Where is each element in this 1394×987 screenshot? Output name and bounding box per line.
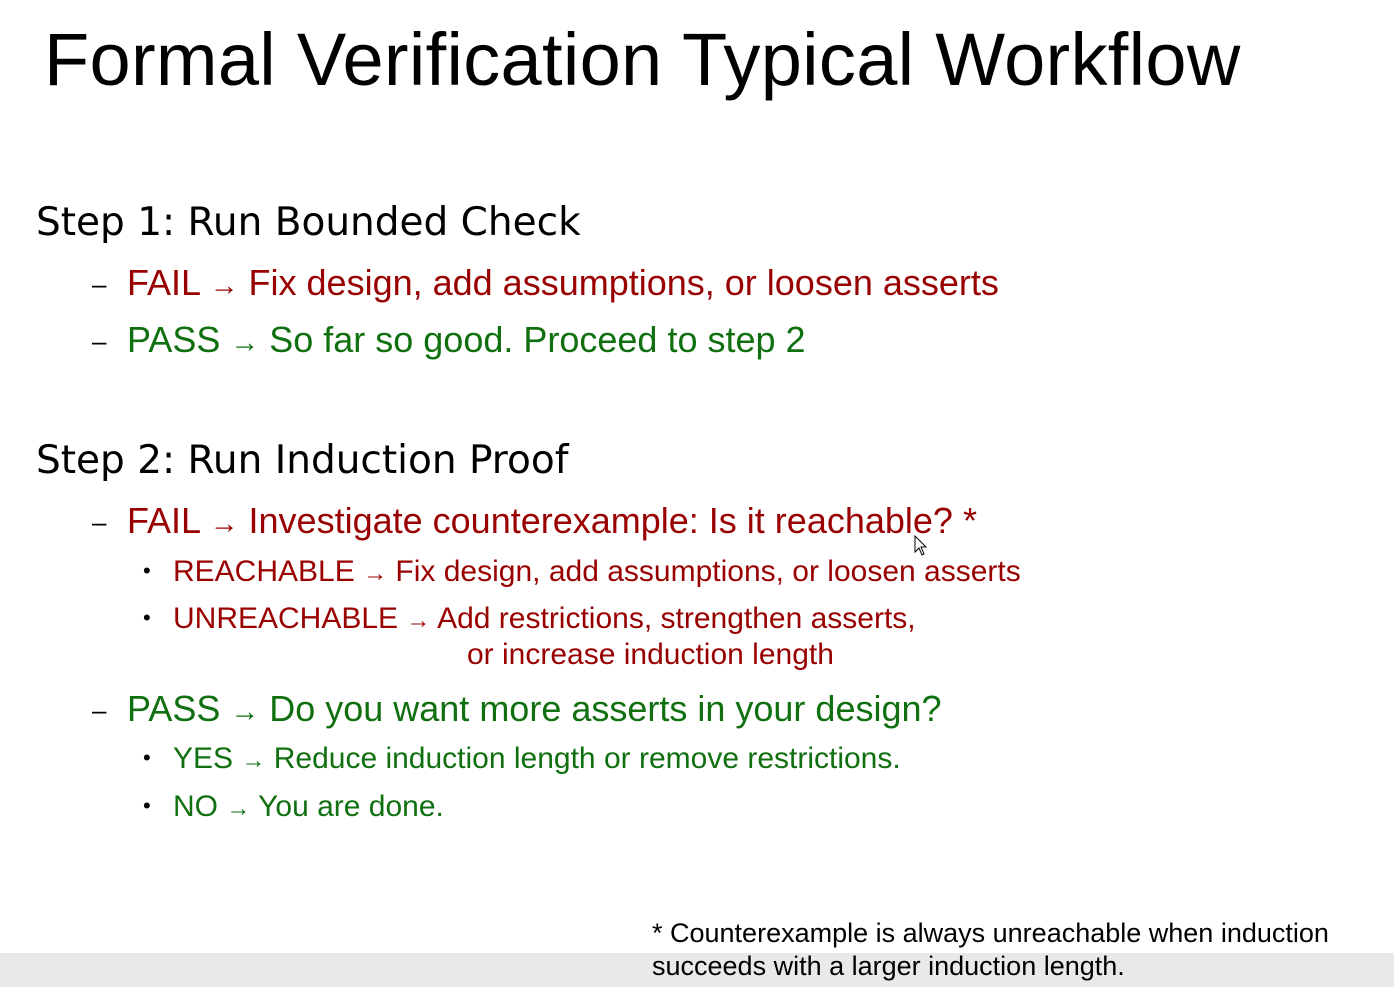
reachable-text: Fix design, add assumptions, or loosen a… — [395, 555, 1021, 588]
yes-label: YES — [173, 742, 234, 775]
arrow-icon: → — [406, 607, 431, 634]
slide-title: Formal Verification Typical Workflow — [44, 18, 1241, 101]
no-text: You are done. — [258, 790, 444, 823]
step-1-fail-item: FAIL → Fix design, add assumptions, or l… — [127, 261, 999, 308]
pass-label: PASS — [127, 688, 221, 729]
pass-text: So far so good. Proceed to step 2 — [269, 319, 806, 360]
unreachable-text: Add restrictions, strengthen asserts, — [437, 602, 916, 635]
step-2-fail-item: FAIL → Investigate counterexample: Is it… — [127, 499, 977, 546]
unreachable-label: UNREACHABLE — [173, 602, 399, 635]
dash-bullet: – — [92, 507, 107, 537]
fail-text: Fix design, add assumptions, or loosen a… — [248, 262, 999, 303]
footnote-line-1: * Counterexample is always unreachable w… — [652, 918, 1329, 948]
step-2-heading: Step 2: Run Induction Proof — [36, 438, 569, 483]
footnote-line-2: succeeds with a larger induction length. — [652, 951, 1125, 981]
pass-label: PASS — [127, 319, 221, 360]
arrow-icon: → — [241, 747, 266, 774]
fail-label: FAIL — [127, 500, 200, 541]
dash-bullet: – — [92, 695, 107, 725]
arrow-icon: → — [226, 795, 251, 822]
dash-bullet: – — [92, 269, 107, 299]
mouse-pointer-icon — [914, 535, 928, 556]
fail-label: FAIL — [127, 262, 200, 303]
unreachable-text-continued: or increase induction length — [467, 638, 834, 671]
footnote: * Counterexample is always unreachable w… — [652, 917, 1329, 983]
step-1-heading: Step 1: Run Bounded Check — [36, 200, 581, 245]
slide: Formal Verification Typical Workflow Ste… — [0, 0, 1394, 987]
dash-bullet: – — [92, 326, 107, 356]
arrow-icon: → — [230, 327, 260, 359]
bullet-dot: • — [143, 745, 151, 770]
no-label: NO — [173, 790, 218, 823]
pass-text: Do you want more asserts in your design? — [269, 688, 942, 729]
arrow-icon: → — [209, 508, 239, 540]
step-1-pass-item: PASS → So far so good. Proceed to step 2 — [127, 318, 806, 365]
yes-item: YES → Reduce induction length or remove … — [173, 741, 901, 779]
yes-text: Reduce induction length or remove restri… — [273, 742, 901, 775]
step-2-pass-item: PASS → Do you want more asserts in your … — [127, 687, 942, 734]
bullet-dot: • — [143, 558, 151, 583]
no-item: NO → You are done. — [173, 789, 444, 827]
arrow-icon: → — [209, 270, 239, 302]
bullet-dot: • — [143, 793, 151, 818]
arrow-icon: → — [363, 560, 388, 587]
fail-text: Investigate counterexample: Is it reacha… — [248, 500, 977, 541]
reachable-label: REACHABLE — [173, 555, 355, 588]
bullet-dot: • — [143, 605, 151, 630]
reachable-item: REACHABLE → Fix design, add assumptions,… — [173, 554, 1021, 592]
unreachable-item: UNREACHABLE → Add restrictions, strength… — [173, 601, 916, 639]
arrow-icon: → — [230, 696, 260, 728]
